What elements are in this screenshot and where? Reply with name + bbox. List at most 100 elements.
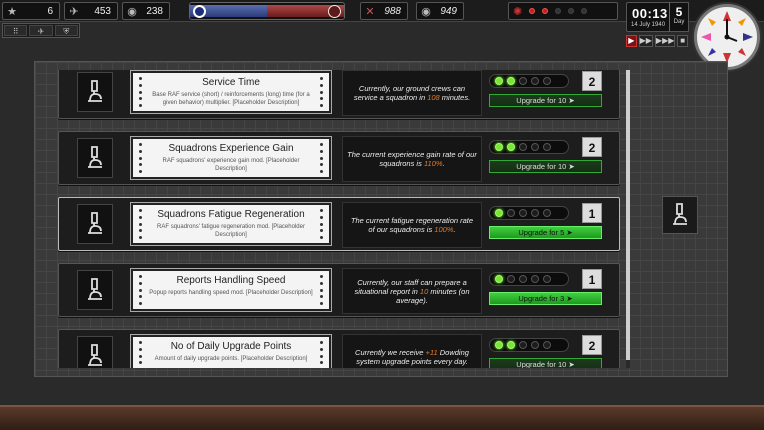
upgrade-description: Amount of daily upgrade points. [Placeho… <box>154 356 308 362</box>
level-pip <box>507 143 515 151</box>
desk-edge <box>0 405 764 430</box>
upgrades-list[interactable]: Service Time Base RAF service (short) / r… <box>58 70 620 368</box>
upgrade-description: RAF squadrons' fatigue regeneration mod.… <box>157 224 305 238</box>
level-pip <box>543 143 551 151</box>
upgrade-description: Base RAF service (short) / reinforcement… <box>152 92 310 106</box>
view-buttons: ⠿ ✈ ⛨ <box>2 23 80 38</box>
upgrade-info: Currently we receive +11 Dowding system … <box>342 334 482 368</box>
upgrade-title: Service Time <box>202 77 260 88</box>
upgrade-button[interactable]: Upgrade for 10 ➤ <box>489 358 602 368</box>
stat-enemy-aircraft: ✕ 988 <box>360 2 408 20</box>
upgrade-card: Reports Handling Speed Popup reports hand… <box>130 268 332 312</box>
map-view-button[interactable]: ⠿ <box>4 25 28 36</box>
card-handle-left <box>139 143 142 173</box>
upgrade-row: Squadrons Fatigue Regeneration RAF squadr… <box>58 197 620 251</box>
level-indicator <box>489 206 569 220</box>
level-pip <box>543 275 551 283</box>
level-number: 2 <box>582 71 602 91</box>
microscope-icon <box>77 270 113 310</box>
play-button[interactable]: ▶ <box>626 35 637 47</box>
info-value: 100% <box>434 225 454 234</box>
upgrade-row: Service Time Base RAF service (short) / r… <box>58 70 620 119</box>
card-handle-right <box>320 143 323 173</box>
level-pip <box>543 209 551 217</box>
microscope-icon <box>77 336 113 368</box>
level-indicator <box>489 74 569 88</box>
card-handle-right <box>320 209 323 239</box>
stat-pilots: ◉ 238 <box>122 2 170 20</box>
level-pip <box>495 275 503 283</box>
level-pip <box>531 341 539 349</box>
card-handle-left <box>139 341 142 368</box>
level-pip <box>495 143 503 151</box>
alert-dot[interactable] <box>568 8 575 14</box>
upgrade-info: The current experience gain rate of our … <box>342 136 482 182</box>
level-pip <box>507 341 515 349</box>
level-pip <box>519 77 527 85</box>
pilot-icon: ◉ <box>127 5 137 18</box>
upgrade-info: Currently, our staff can prepare a situa… <box>342 268 482 314</box>
level-pip <box>543 77 551 85</box>
upgrade-title: Reports Handling Speed <box>176 275 286 286</box>
alert-dot[interactable] <box>581 8 588 14</box>
upgrade-card: Service Time Base RAF service (short) / r… <box>130 70 332 114</box>
microscope-icon <box>673 203 687 225</box>
level-number: 2 <box>582 335 602 355</box>
scrollbar-thumb[interactable] <box>626 70 630 360</box>
card-handle-left <box>139 275 142 305</box>
level-pip <box>495 77 503 85</box>
upgrade-title: No of Daily Upgrade Points <box>170 341 292 352</box>
stop-button[interactable]: ■ <box>677 35 688 47</box>
level-pip <box>519 275 527 283</box>
level-pip <box>519 143 527 151</box>
research-side-button[interactable] <box>662 196 698 234</box>
scrollbar[interactable] <box>626 70 630 368</box>
level-pip <box>531 77 539 85</box>
level-pip <box>507 209 515 217</box>
level-number: 1 <box>582 203 602 223</box>
card-handle-left <box>139 209 142 239</box>
squadron-view-button[interactable]: ✈ <box>29 25 53 36</box>
alert-dot[interactable] <box>542 8 549 14</box>
defense-view-button[interactable]: ⛨ <box>54 25 78 36</box>
raf-roundel-icon <box>193 5 206 18</box>
stat-enemy-pilots: ◉ 949 <box>416 2 464 20</box>
upgrade-button[interactable]: Upgrade for 3 ➤ <box>489 292 602 305</box>
level-pip <box>531 209 539 217</box>
level-pip <box>531 275 539 283</box>
luftwaffe-cross-icon <box>328 5 341 18</box>
upgrade-row: Squadrons Experience Gain RAF squadrons' … <box>58 131 620 185</box>
info-value: 110% <box>423 159 443 168</box>
stat-score: ★ 6 <box>2 2 60 20</box>
level-indicator <box>489 272 569 286</box>
upgrade-card: Squadrons Fatigue Regeneration RAF squadr… <box>130 202 332 246</box>
alert-dot[interactable] <box>555 8 562 14</box>
upgrade-description: Popup reports handling speed mod. [Place… <box>149 290 313 296</box>
level-number: 2 <box>582 137 602 157</box>
upgrade-title: Squadrons Fatigue Regeneration <box>157 209 305 220</box>
stat-aircraft: ✈ 453 <box>64 2 118 20</box>
upgrade-button[interactable]: Upgrade for 10 ➤ <box>489 94 602 107</box>
upgrade-description: RAF squadrons' experience gain mod. [Pla… <box>162 158 300 172</box>
card-handle-right <box>320 341 323 368</box>
upgrade-button[interactable]: Upgrade for 5 ➤ <box>489 226 602 239</box>
level-number: 1 <box>582 269 602 289</box>
fast-button[interactable]: ▶▶ <box>638 35 653 47</box>
microscope-icon <box>77 72 113 112</box>
day-counter: 5 Day <box>669 2 689 32</box>
level-pip <box>495 209 503 217</box>
level-pip <box>543 341 551 349</box>
info-value: +11 <box>425 348 438 357</box>
level-indicator <box>489 338 569 352</box>
card-handle-left <box>139 77 142 107</box>
alert-icon[interactable]: ✺ <box>513 5 522 18</box>
speed-controls: ▶ ▶▶ ▶▶▶ ■ <box>626 35 688 47</box>
upgrade-card: Squadrons Experience Gain RAF squadrons' … <box>130 136 332 180</box>
upgrade-row: No of Daily Upgrade Points Amount of dail… <box>58 329 620 368</box>
enemy-pilot-icon: ◉ <box>421 5 431 18</box>
upgrade-button[interactable]: Upgrade for 10 ➤ <box>489 160 602 173</box>
alert-dot[interactable] <box>529 8 536 14</box>
fastest-button[interactable]: ▶▶▶ <box>654 35 676 47</box>
microscope-icon <box>77 138 113 178</box>
microscope-icon <box>77 204 113 244</box>
